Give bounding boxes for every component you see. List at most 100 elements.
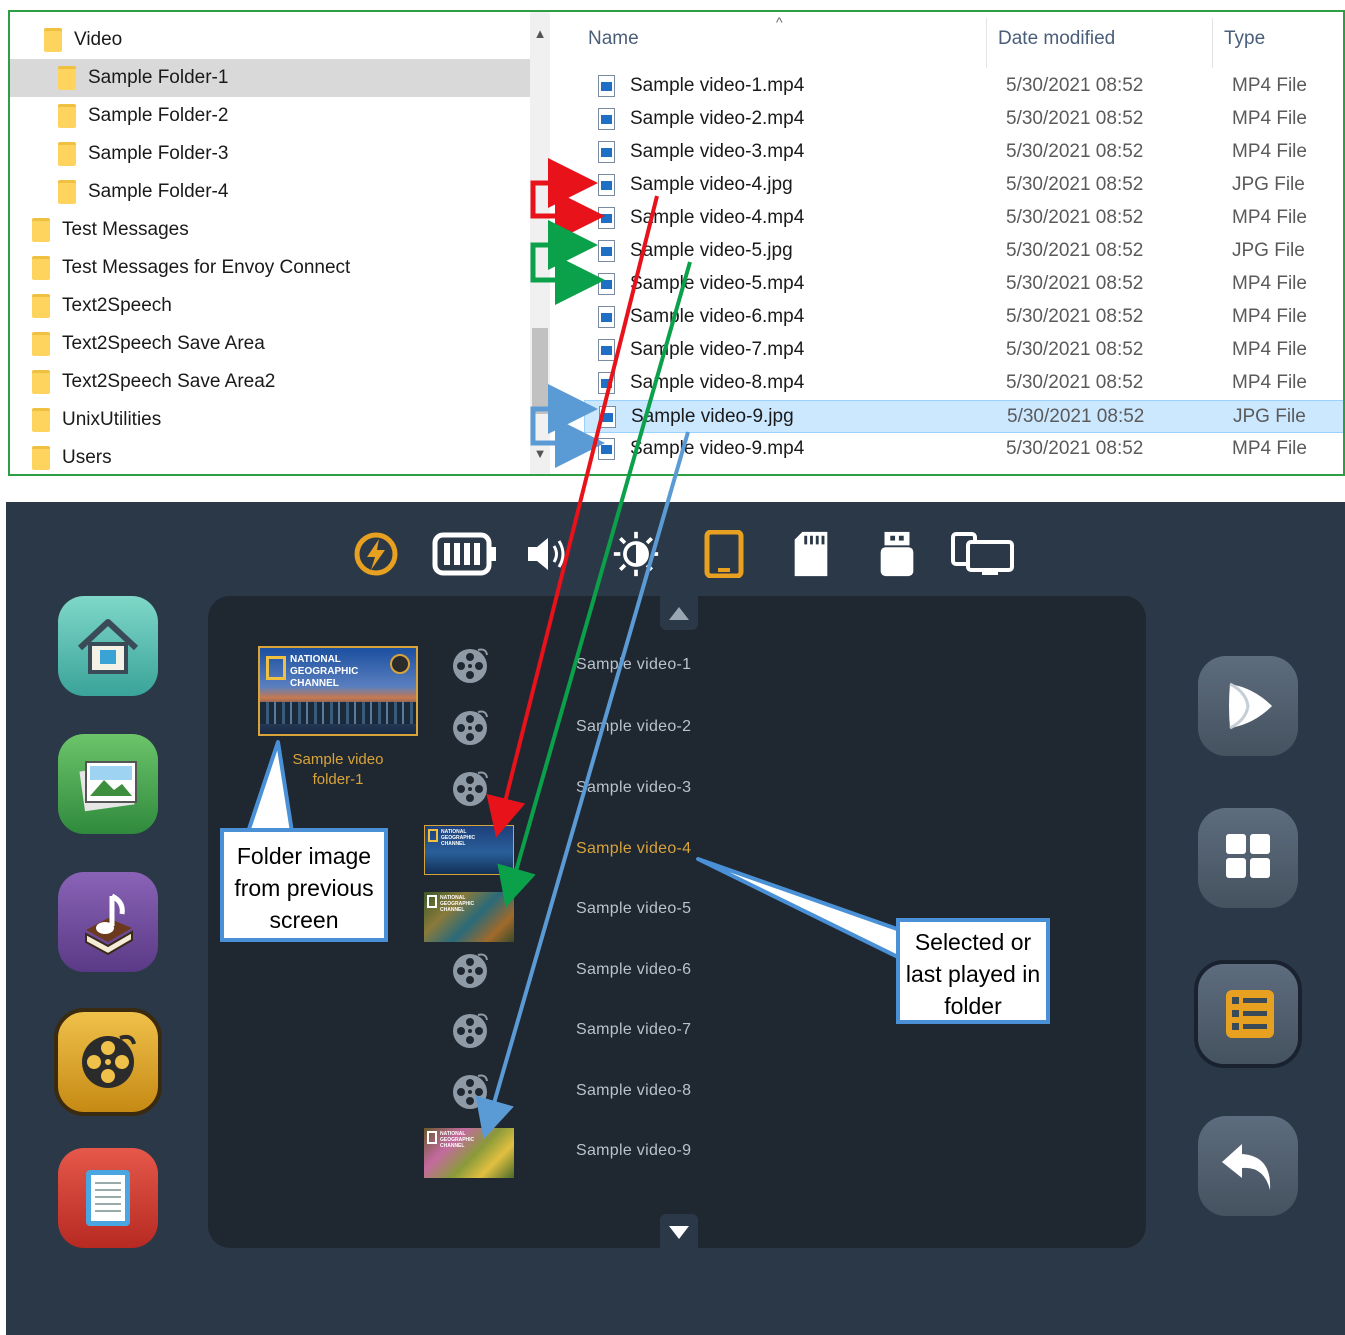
video-item-label[interactable]: Sample video-6 [576, 961, 691, 979]
video-thumbnail[interactable]: NATIONAL GEOGRAPHIC CHANNEL [424, 1128, 514, 1178]
column-header-type[interactable]: Type [1224, 28, 1265, 50]
screen-mirror-icon [951, 532, 1014, 575]
tree-item[interactable]: Test Messages [10, 211, 530, 249]
tree-item[interactable]: Text2Speech Save Area2 [10, 363, 530, 401]
home-button[interactable] [58, 596, 158, 696]
file-row[interactable]: Sample video-5.jpg 5/30/2021 08:52 JPG Fil… [584, 235, 1343, 268]
column-divider[interactable] [1212, 18, 1213, 68]
triangle-down-icon [669, 1226, 689, 1239]
file-row[interactable]: Sample video-2.mp4 5/30/2021 08:52 MP4 Fil… [584, 103, 1343, 136]
file-row[interactable]: Sample video-6.mp4 5/30/2021 08:52 MP4 Fil… [584, 301, 1343, 334]
callout-selected: Selected or last played in folder [896, 918, 1050, 1024]
video-file-icon [598, 75, 615, 97]
folder-icon [58, 142, 76, 166]
tree-item[interactable]: Users [10, 439, 530, 474]
tree-item[interactable]: Test Messages for Envoy Connect [10, 249, 530, 287]
tree-item[interactable]: UnixUtilities [10, 401, 530, 439]
file-row[interactable]: Sample video-7.mp4 5/30/2021 08:52 MP4 Fil… [584, 334, 1343, 367]
grid-view-button[interactable] [1198, 808, 1298, 908]
file-list: ^ Name Date modified Type Sample video-1… [558, 12, 1343, 474]
tree-item-selected[interactable]: Sample Folder-1 [10, 59, 530, 97]
list-view-icon [1226, 990, 1274, 1038]
gallery-icon [79, 761, 137, 812]
tree-item[interactable]: Sample Folder-2 [10, 97, 530, 135]
tree-item[interactable]: Video [10, 21, 530, 59]
video-reel-icon[interactable] [450, 708, 490, 748]
file-row[interactable]: Sample video-5.mp4 5/30/2021 08:52 MP4 Fil… [584, 268, 1343, 301]
skyline-graphic [260, 702, 416, 724]
video-file-icon [598, 141, 615, 163]
document-icon [86, 1170, 130, 1226]
file-row[interactable]: Sample video-8.mp4 5/30/2021 08:52 MP4 Fil… [584, 367, 1343, 400]
scroll-down-icon[interactable]: ▼ [530, 444, 550, 464]
thumb-brand-text: NATIONAL GEOGRAPHIC CHANNEL [441, 829, 476, 847]
battery-icon [432, 532, 496, 576]
annotated-screenshot: Video Sample Folder-1 Sample Folder-2 Sa… [0, 0, 1345, 1335]
folder-icon [32, 370, 50, 394]
video-item-label[interactable]: Sample video-5 [576, 900, 691, 918]
play-button[interactable] [1198, 656, 1298, 756]
brightness-icon [613, 531, 659, 577]
video-item-label[interactable]: Sample video-1 [576, 656, 691, 674]
video-reel-icon[interactable] [450, 1011, 490, 1051]
video-item-label[interactable]: Sample video-9 [576, 1142, 691, 1160]
sort-ascending-icon: ^ [776, 14, 783, 30]
scroll-up-button[interactable] [660, 596, 698, 630]
video-reel-icon[interactable] [450, 646, 490, 686]
scroll-down-button[interactable] [660, 1214, 698, 1248]
list-view-button-active[interactable] [1194, 960, 1302, 1068]
video-reel-icon[interactable] [450, 951, 490, 991]
file-row[interactable]: Sample video-1.mp4 5/30/2021 08:52 MP4 Fil… [584, 70, 1343, 103]
video-file-icon [598, 306, 615, 328]
speaker-icon [528, 538, 565, 570]
thumb-brand-text: NATIONAL GEOGRAPHIC CHANNEL [440, 895, 475, 913]
tree-item[interactable]: Sample Folder-4 [10, 173, 530, 211]
scroll-up-icon[interactable]: ▲ [530, 24, 550, 44]
file-row[interactable]: Sample video-4.jpg 5/30/2021 08:52 JPG Fil… [584, 169, 1343, 202]
video-button-active[interactable] [54, 1008, 162, 1116]
brand-logo-frame [427, 1131, 437, 1144]
triangle-up-icon [669, 607, 689, 620]
folder-icon [32, 446, 50, 470]
grid-view-icon [1226, 834, 1270, 878]
video-item-label[interactable]: Sample video-8 [576, 1082, 691, 1100]
video-item-label[interactable]: Sample video-2 [576, 718, 691, 736]
device-screen: NATIONAL GEOGRAPHIC CHANNEL Sample video… [6, 502, 1345, 1335]
video-item-label[interactable]: Sample video-3 [576, 779, 691, 797]
tree-scrollbar[interactable]: ▲ ▼ [530, 12, 550, 474]
column-header-date[interactable]: Date modified [998, 28, 1115, 50]
folder-icon [32, 408, 50, 432]
back-icon [1222, 1144, 1271, 1190]
gallery-button[interactable] [58, 734, 158, 834]
video-reel-icon[interactable] [450, 1072, 490, 1112]
document-button[interactable] [58, 1148, 158, 1248]
file-row[interactable]: Sample video-3.mp4 5/30/2021 08:52 MP4 Fil… [584, 136, 1343, 169]
tree-item[interactable]: Text2Speech [10, 287, 530, 325]
video-item-label[interactable]: Sample video-7 [576, 1021, 691, 1039]
tree-item[interactable]: Sample Folder-3 [10, 135, 530, 173]
brand-logo-frame [427, 895, 437, 908]
folder-tree: Video Sample Folder-1 Sample Folder-2 Sa… [10, 12, 530, 474]
folder-icon [32, 218, 50, 242]
tablet-icon [704, 530, 744, 578]
video-thumbnail[interactable]: NATIONAL GEOGRAPHIC CHANNEL [424, 825, 514, 875]
file-row-selected[interactable]: Sample video-9.jpg 5/30/2021 08:52 JPG Fil… [584, 400, 1343, 433]
file-explorer: Video Sample Folder-1 Sample Folder-2 Sa… [8, 10, 1345, 476]
video-reel-icon[interactable] [450, 769, 490, 809]
folder-caption: Sample video folder-1 [292, 751, 384, 788]
back-button[interactable] [1198, 1116, 1298, 1216]
folder-icon [44, 28, 62, 52]
video-item-label-active[interactable]: Sample video-4 [576, 840, 691, 858]
music-book-button[interactable] [58, 872, 158, 972]
folder-icon [32, 294, 50, 318]
column-header-name[interactable]: Name [588, 28, 639, 50]
video-file-icon [598, 273, 615, 295]
video-file-icon [598, 207, 615, 229]
column-divider[interactable] [986, 18, 987, 68]
scroll-thumb[interactable] [532, 328, 548, 414]
video-thumbnail[interactable]: NATIONAL GEOGRAPHIC CHANNEL [424, 892, 514, 942]
file-row[interactable]: Sample video-9.mp4 5/30/2021 08:52 MP4 Fil… [584, 433, 1343, 466]
tree-item[interactable]: Text2Speech Save Area [10, 325, 530, 363]
file-row[interactable]: Sample video-4.mp4 5/30/2021 08:52 MP4 Fil… [584, 202, 1343, 235]
folder-thumbnail[interactable]: NATIONAL GEOGRAPHIC CHANNEL [258, 646, 418, 736]
